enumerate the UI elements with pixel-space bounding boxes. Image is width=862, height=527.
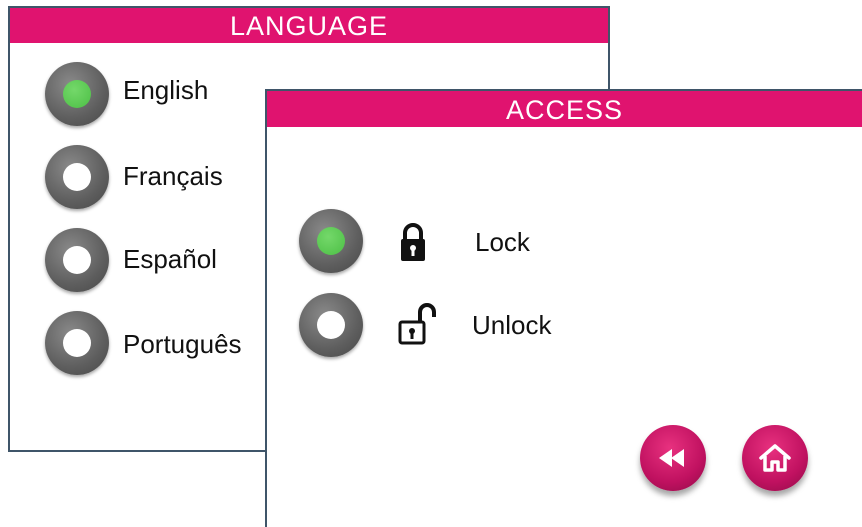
language-label-espanol: Español: [123, 244, 217, 274]
lock-open-icon: [398, 303, 436, 345]
radio-espanol-indicator: [63, 246, 91, 274]
access-label-unlock: Unlock: [472, 310, 552, 340]
radio-lock[interactable]: [299, 209, 363, 273]
language-label-francais: Français: [123, 161, 223, 191]
lock-closed-icon: [401, 223, 425, 261]
language-label-portugues: Português: [123, 329, 242, 359]
radio-english[interactable]: [45, 62, 109, 126]
radio-english-indicator: [63, 80, 91, 108]
radio-unlock[interactable]: [299, 293, 363, 357]
home-button[interactable]: [742, 425, 808, 491]
radio-unlock-indicator: [317, 311, 345, 339]
back-button[interactable]: [640, 425, 706, 491]
rewind-icon: [659, 449, 684, 467]
home-icon: [759, 444, 791, 472]
radio-francais[interactable]: [45, 145, 109, 209]
access-panel: ACCESS Lock Unlock: [265, 89, 862, 527]
radio-portugues-indicator: [63, 329, 91, 357]
radio-espanol[interactable]: [45, 228, 109, 292]
access-label-lock: Lock: [475, 227, 530, 257]
radio-portugues[interactable]: [45, 311, 109, 375]
language-label-english: English: [123, 75, 209, 105]
access-panel-title: ACCESS: [267, 91, 862, 127]
radio-francais-indicator: [63, 163, 91, 191]
language-panel-title: LANGUAGE: [10, 8, 608, 43]
radio-lock-indicator: [317, 227, 345, 255]
